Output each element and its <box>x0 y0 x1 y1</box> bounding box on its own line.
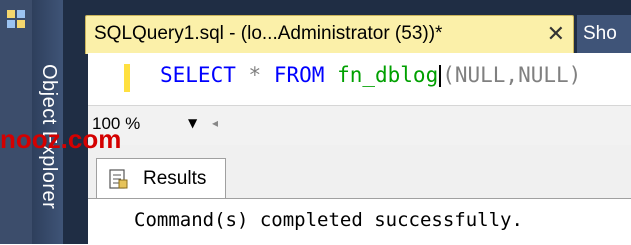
messages-area: Command(s) completed successfully. <box>88 198 631 245</box>
code-line[interactable]: SELECT * FROM fn_dblog (NULL,NULL) <box>160 63 581 87</box>
tab-second[interactable]: Sho <box>577 15 631 53</box>
object-explorer-strip <box>0 0 32 244</box>
results-grid-icon <box>109 169 128 189</box>
object-explorer-icon[interactable] <box>5 8 27 30</box>
close-icon[interactable]: ✕ <box>547 22 565 47</box>
text-caret <box>439 65 442 87</box>
sql-arguments: (NULL,NULL) <box>442 63 582 87</box>
sql-function: fn_dblog <box>337 63 439 87</box>
tab-sqlquery1[interactable]: SQLQuery1.sql - (lo...Administrator (53)… <box>85 15 574 54</box>
results-panel: Results Command(s) completed successfull… <box>88 145 631 245</box>
scroll-left-icon[interactable]: ◂ <box>212 116 218 130</box>
tab-results[interactable]: Results <box>96 158 226 199</box>
chevron-down-icon[interactable]: ▼ <box>188 116 197 130</box>
sql-operator: * <box>248 63 262 87</box>
results-tab-label: Results <box>143 168 207 189</box>
zoom-bar: 100 % ▼ ◂ <box>88 105 631 146</box>
tab-second-title: Sho <box>583 23 617 44</box>
query-editor[interactable]: SELECT * FROM fn_dblog (NULL,NULL) <box>88 53 631 105</box>
sql-keyword-select: SELECT <box>160 63 236 87</box>
status-message: Command(s) completed successfully. <box>134 209 523 231</box>
change-marker <box>124 64 130 92</box>
watermark: nooz.com <box>0 124 122 154</box>
tab-title: SQLQuery1.sql - (lo...Administrator (53)… <box>94 23 443 44</box>
sql-keyword-from: FROM <box>273 63 325 87</box>
